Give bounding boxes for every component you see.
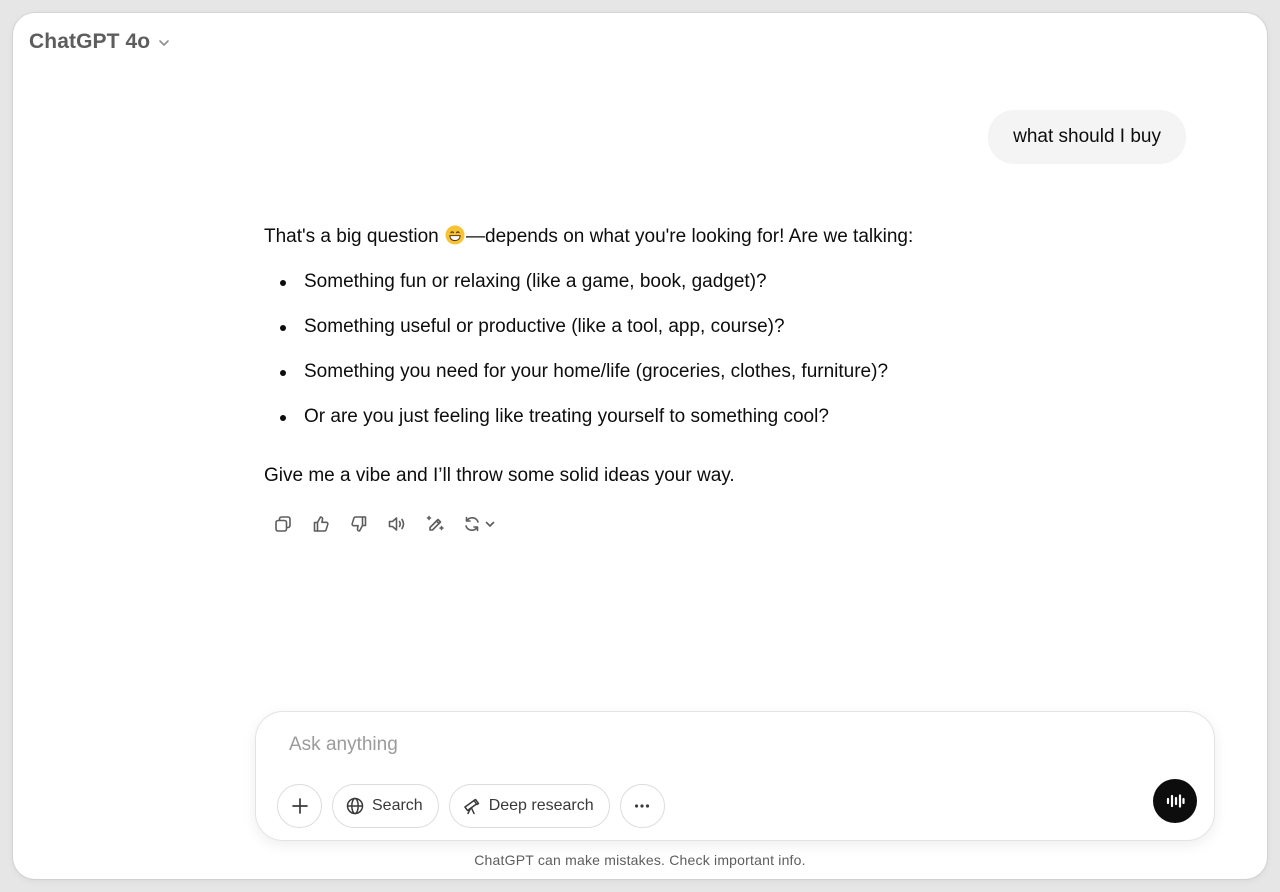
telescope-icon bbox=[463, 798, 479, 815]
thumbs-down-icon bbox=[351, 516, 367, 532]
assistant-bullet-list: Something fun or relaxing (like a game, … bbox=[264, 268, 1024, 431]
chevron-down-icon bbox=[159, 40, 169, 46]
copy-button[interactable] bbox=[264, 511, 302, 537]
assistant-outro: Give me a vibe and I’ll throw some solid… bbox=[264, 465, 735, 486]
voice-waveform-icon bbox=[1166, 794, 1185, 808]
composer: Search Deep research bbox=[255, 711, 1215, 841]
deep-research-button-label: Deep research bbox=[488, 797, 594, 814]
assistant-message: That's a big question —depends on what y… bbox=[264, 223, 1024, 490]
regenerate-icon bbox=[465, 516, 479, 532]
assistant-intro: That's a big question —depends on what y… bbox=[264, 223, 1024, 251]
search-button-label: Search bbox=[372, 797, 423, 814]
grinning-emoji-icon bbox=[445, 225, 465, 245]
user-message-bubble: what should I buy bbox=[988, 110, 1186, 164]
deep-research-button[interactable]: Deep research bbox=[448, 784, 610, 828]
chat-window: ChatGPT 4o what should I buy That's a bi… bbox=[13, 13, 1267, 879]
message-actions bbox=[264, 511, 504, 537]
thumbs-up-icon bbox=[313, 516, 329, 532]
search-button[interactable]: Search bbox=[332, 784, 439, 828]
list-item: Something fun or relaxing (like a game, … bbox=[264, 268, 1024, 296]
assistant-intro-start: That's a big question bbox=[264, 226, 445, 247]
read-aloud-button[interactable] bbox=[378, 511, 416, 537]
edit-in-canvas-icon bbox=[426, 515, 444, 531]
model-name: ChatGPT 4o bbox=[29, 30, 151, 53]
model-selector[interactable]: ChatGPT 4o bbox=[25, 27, 176, 57]
read-aloud-icon bbox=[388, 517, 405, 531]
thumbs-down-button[interactable] bbox=[340, 511, 378, 537]
edit-in-canvas-button[interactable] bbox=[416, 511, 454, 537]
list-item: Or are you just feeling like treating yo… bbox=[264, 403, 1024, 431]
globe-icon bbox=[346, 797, 364, 815]
user-message-text: what should I buy bbox=[1013, 126, 1161, 147]
copy-icon bbox=[275, 516, 291, 532]
prompt-input[interactable] bbox=[289, 734, 1129, 756]
attach-button[interactable] bbox=[277, 784, 322, 828]
plus-icon bbox=[291, 798, 308, 814]
list-item: Something you need for your home/life (g… bbox=[264, 358, 1024, 386]
composer-tools: Search Deep research bbox=[277, 784, 665, 828]
thumbs-up-button[interactable] bbox=[302, 511, 340, 537]
voice-mode-button[interactable] bbox=[1153, 779, 1197, 823]
regenerate-button[interactable] bbox=[454, 511, 504, 537]
more-tools-button[interactable] bbox=[619, 784, 665, 828]
list-item: Something useful or productive (like a t… bbox=[264, 313, 1024, 341]
chevron-down-icon bbox=[485, 521, 495, 527]
assistant-intro-end: —depends on what you're looking for! Are… bbox=[466, 226, 914, 247]
more-dots-icon bbox=[635, 804, 650, 808]
footer-disclaimer: ChatGPT can make mistakes. Check importa… bbox=[474, 852, 806, 868]
